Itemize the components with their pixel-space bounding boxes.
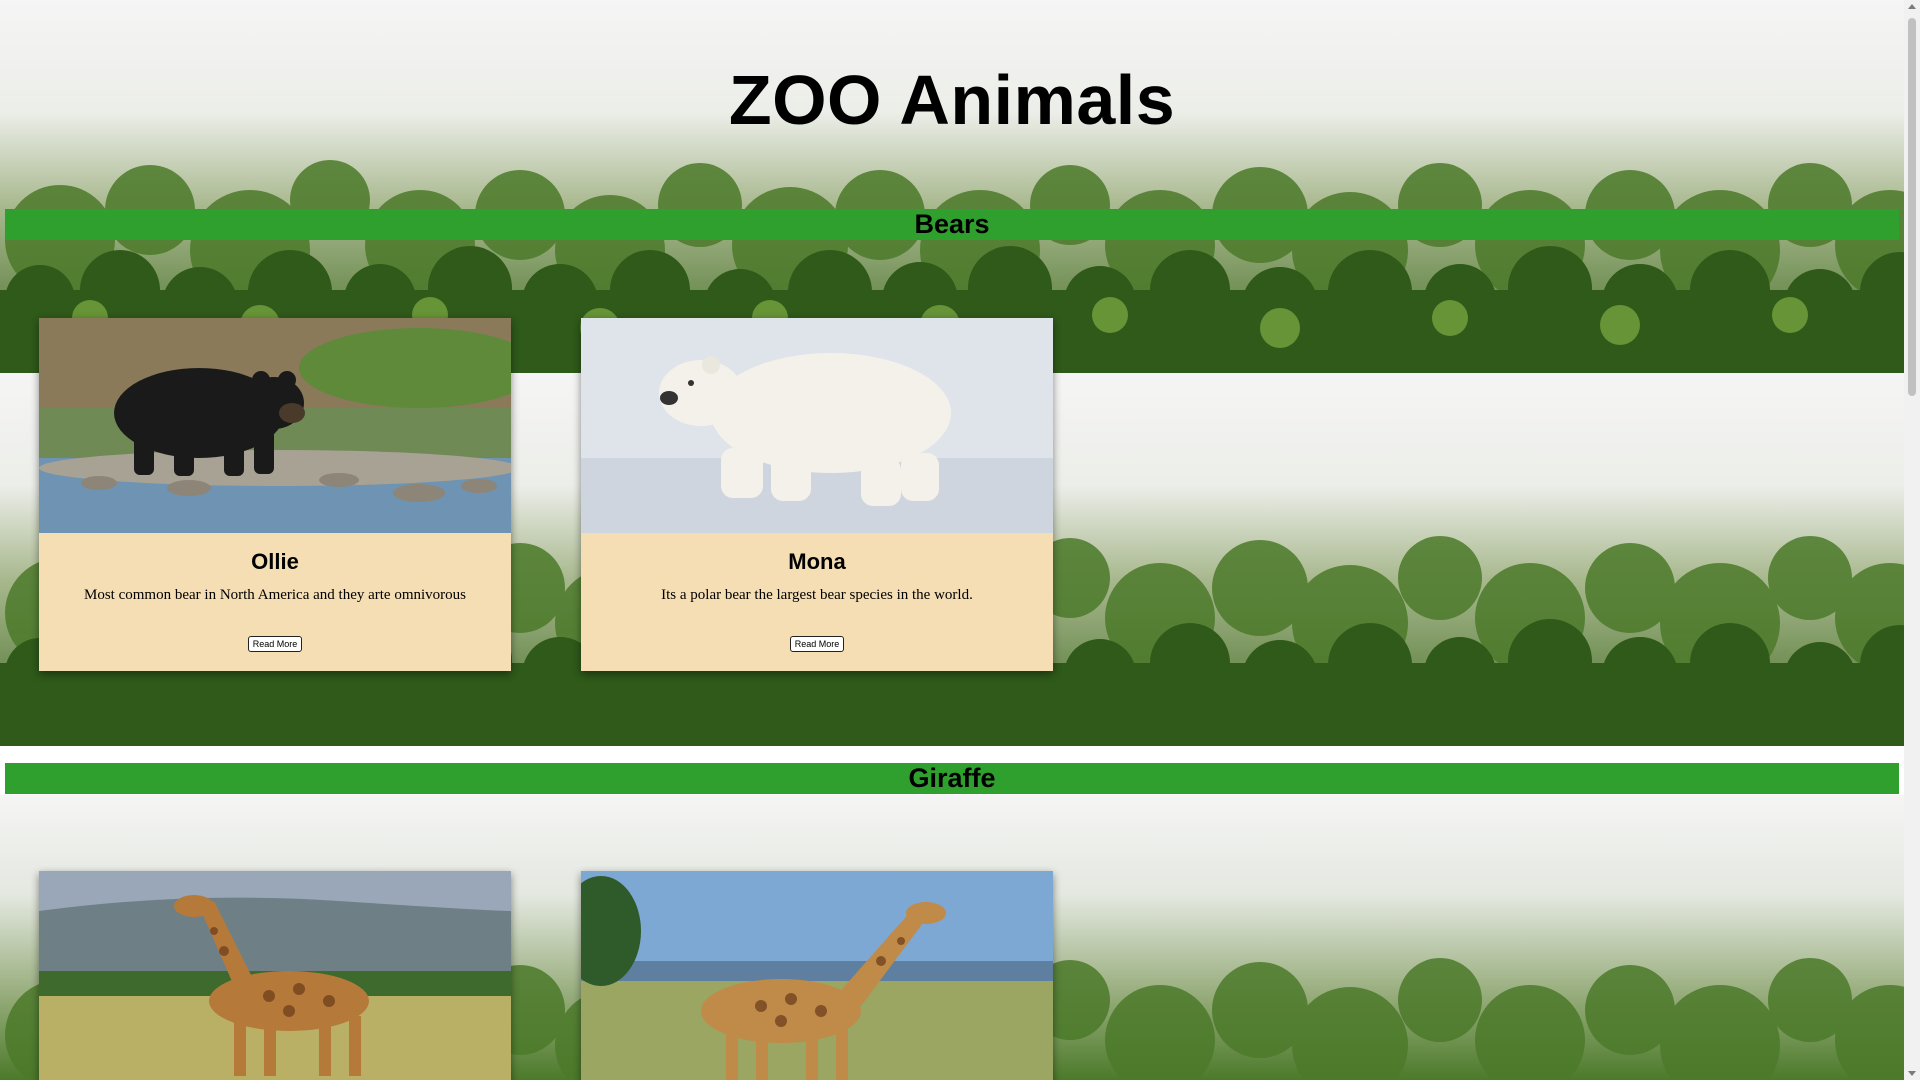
animal-card-giraffe-2 [581,871,1053,1080]
polar-bear-photo [581,318,1053,533]
animal-card-giraffe-1 [39,871,511,1080]
card-title: Mona [788,549,846,574]
section-header-bears: Bears [5,209,1899,240]
section-divider [0,746,1904,760]
read-more-button[interactable]: Read More [789,636,845,652]
read-more-button[interactable]: Read More [247,636,303,652]
animal-card-ollie: Ollie Most common bear in North America … [39,318,511,671]
scrollbar-thumb[interactable] [1908,18,1916,396]
vertical-scrollbar[interactable] [1904,0,1920,1080]
card-description: Most common bear in North America and th… [84,587,466,603]
black-bear-photo [39,318,511,533]
animal-card-mona: Mona Its a polar bear the largest bear s… [581,318,1053,671]
section-header-giraffe: Giraffe [5,763,1899,794]
card-description: Its a polar bear the largest bear specie… [661,587,973,603]
page-title: ZOO Animals [728,61,1176,139]
scroll-down-icon[interactable] [1908,1071,1916,1076]
giraffe-photo-2 [581,871,1053,1080]
card-title: Ollie [251,549,299,574]
giraffe-photo-1 [39,871,511,1080]
scroll-up-icon[interactable] [1908,4,1916,9]
